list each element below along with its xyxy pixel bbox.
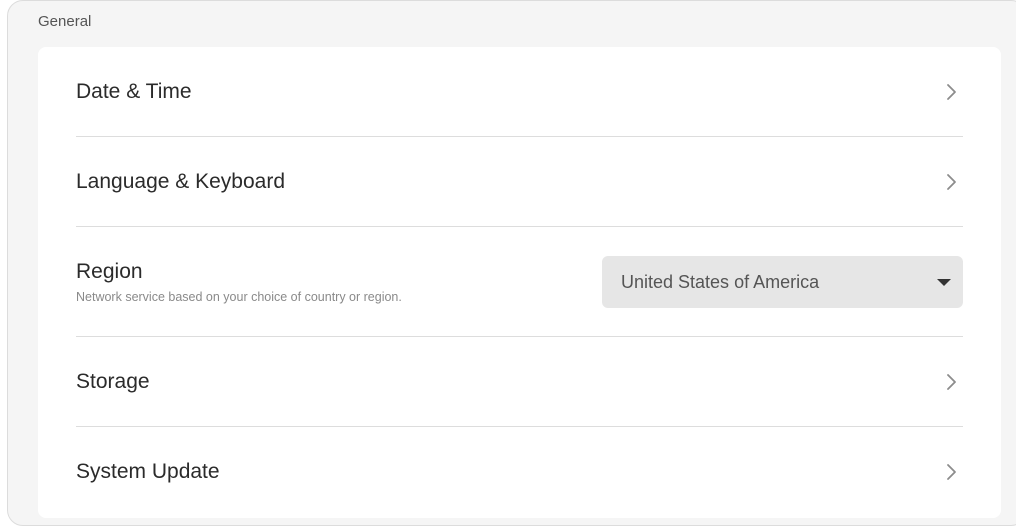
region-text-group: Region Network service based on your cho… — [76, 260, 402, 304]
chevron-right-icon[interactable] — [941, 461, 963, 483]
settings-item-region: Region Network service based on your cho… — [76, 227, 963, 337]
section-title: General — [38, 13, 92, 30]
settings-item-storage[interactable]: Storage — [76, 337, 963, 426]
chevron-right-icon[interactable] — [941, 371, 963, 393]
region-description: Network service based on your choice of … — [76, 290, 402, 304]
settings-item-language-keyboard[interactable]: Language & Keyboard — [76, 137, 963, 226]
region-select[interactable]: United States of America — [602, 256, 963, 308]
settings-item-label: Storage — [76, 369, 150, 393]
general-settings-panel: General Date & Time Language & Keyboard … — [7, 0, 1016, 526]
settings-card: Date & Time Language & Keyboard Region N… — [38, 47, 1001, 518]
settings-item-system-update[interactable]: System Update — [76, 427, 963, 517]
caret-down-icon — [937, 278, 951, 286]
settings-item-label: Region — [76, 260, 143, 283]
settings-item-label: System Update — [76, 460, 220, 483]
settings-item-date-time[interactable]: Date & Time — [76, 47, 963, 136]
chevron-right-icon[interactable] — [941, 81, 963, 103]
settings-item-label: Language & Keyboard — [76, 169, 286, 193]
chevron-right-icon[interactable] — [941, 171, 963, 193]
region-select-value: United States of America — [621, 271, 820, 292]
settings-item-label: Date & Time — [76, 79, 192, 103]
